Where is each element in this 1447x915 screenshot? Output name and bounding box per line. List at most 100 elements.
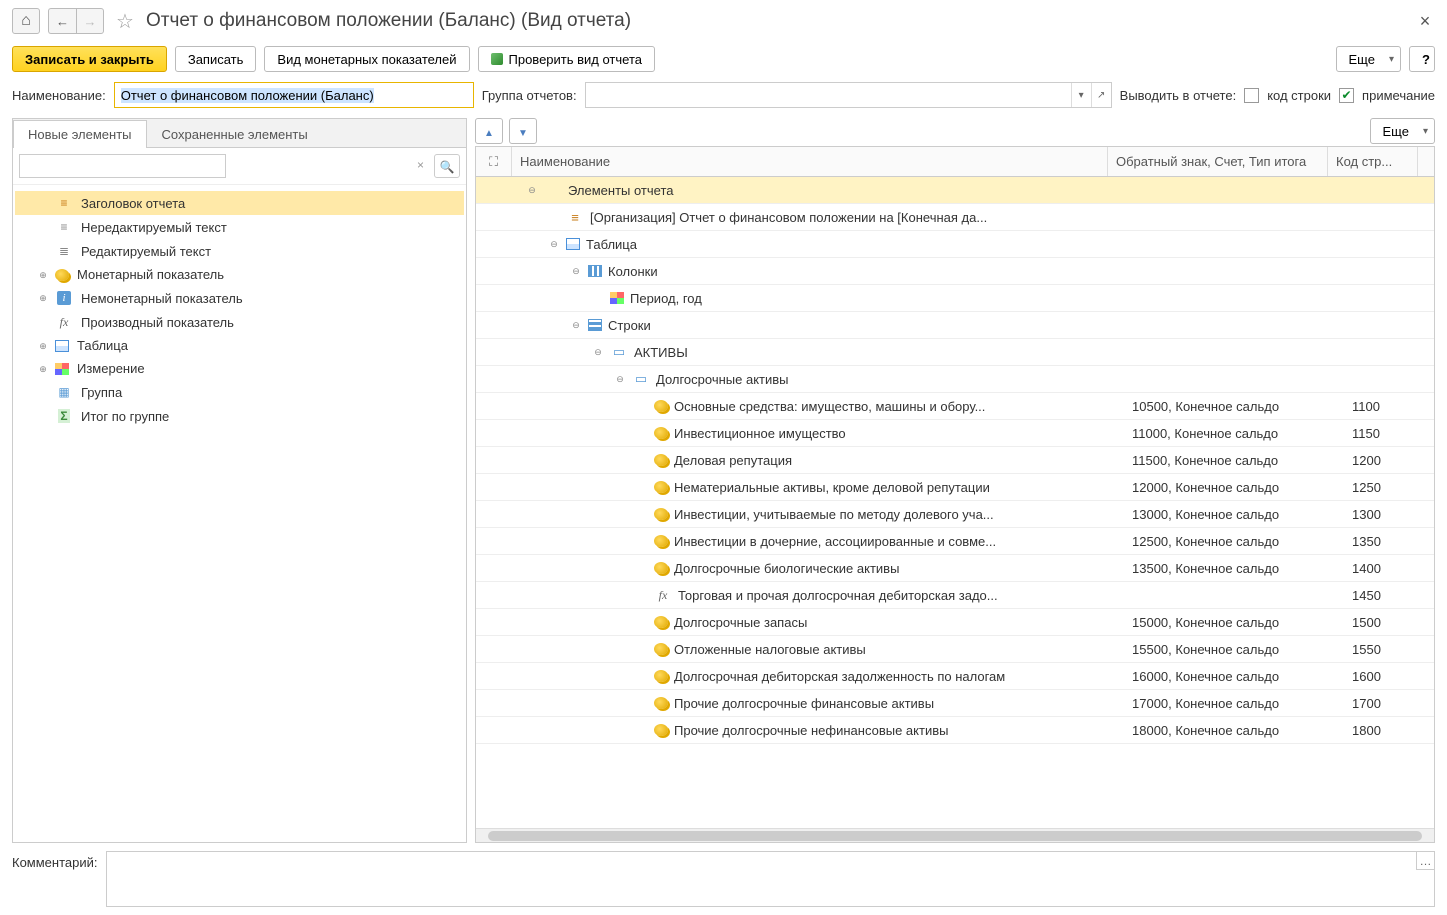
note-checkbox[interactable]: ✔ [1339, 88, 1354, 103]
element-label: Итог по группе [81, 409, 169, 424]
element-label: Производный показатель [81, 315, 234, 330]
grid-row[interactable]: Отложенные налоговые активы15500, Конечн… [476, 636, 1434, 663]
grid-row[interactable]: Нематериальные активы, кроме деловой реп… [476, 474, 1434, 501]
group-input[interactable] [586, 83, 1071, 107]
elements-panel: Новые элементы Сохраненные элементы × За… [12, 118, 467, 843]
line-code-checkbox[interactable] [1244, 88, 1259, 103]
element-item[interactable]: ⊕ Таблица [15, 334, 464, 357]
tree-toggle-icon[interactable]: ⊖ [592, 347, 604, 358]
grid-row[interactable]: Инвестиции в дочерние, ассоциированные и… [476, 528, 1434, 555]
grid-row[interactable]: Прочие долгосрочные нефинансовые активы 1… [476, 717, 1434, 744]
grid-header: Наименование Обратный знак, Счет, Тип ит… [476, 147, 1434, 177]
row-name: Таблица [586, 237, 637, 252]
comment-expand-icon[interactable]: … [1416, 852, 1434, 870]
save-close-button[interactable]: Записать и закрыть [12, 46, 167, 72]
tree-toggle-icon[interactable]: ⊖ [570, 320, 582, 331]
check-report-button[interactable]: Проверить вид отчета [478, 46, 656, 72]
help-button[interactable]: ? [1409, 46, 1435, 72]
grid-row[interactable]: Деловая репутация11500, Конечное сальдо1… [476, 447, 1434, 474]
horizontal-scrollbar[interactable] [476, 828, 1434, 842]
row-name: Торговая и прочая долгосрочная дебиторск… [678, 588, 998, 603]
tree-toggle-icon[interactable]: ⊖ [548, 239, 560, 250]
tree-toggle-icon[interactable]: ⊖ [526, 185, 538, 196]
grid-row[interactable]: Торговая и прочая долгосрочная дебиторск… [476, 582, 1434, 609]
element-item[interactable]: Группа [15, 380, 464, 404]
home-button[interactable] [12, 8, 40, 34]
element-item[interactable]: ⊕ Монетарный показатель [15, 263, 464, 286]
element-item[interactable]: Заголовок отчета [15, 191, 464, 215]
grid-row[interactable]: Основные средства: имущество, машины и о… [476, 393, 1434, 420]
grid-config-button[interactable] [476, 147, 512, 176]
name-label: Наименование: [12, 88, 106, 103]
move-down-button[interactable] [509, 118, 537, 144]
element-item[interactable]: Нередактируемый текст [15, 215, 464, 239]
group-select[interactable]: ▾ ↗ [585, 82, 1112, 108]
grid-row[interactable]: Прочие долгосрочные финансовые активы170… [476, 690, 1434, 717]
grid-row[interactable]: ⊖Элементы отчета [476, 177, 1434, 204]
row-account: 11500, Конечное сальдо [1124, 453, 1344, 468]
structure-panel: Еще Наименование Обратный знак, Счет, Ти… [475, 118, 1435, 843]
element-label: Монетарный показатель [77, 267, 224, 282]
expand-icon[interactable]: ⊕ [37, 269, 49, 281]
row-name: Прочие долгосрочные нефинансовые активы [674, 723, 948, 738]
element-item[interactable]: ⊕Немонетарный показатель [15, 286, 464, 310]
grid-row[interactable]: [Организация] Отчет о финансовом положен… [476, 204, 1434, 231]
grid-row[interactable]: Долгосрочная дебиторская задолженность п… [476, 663, 1434, 690]
row-account: 18000, Конечное сальдо [1124, 723, 1344, 738]
move-up-button[interactable] [475, 118, 503, 144]
rows-icon [588, 319, 602, 331]
coins-icon [654, 508, 668, 520]
grid-row[interactable]: ⊖Строки [476, 312, 1434, 339]
grid-row[interactable]: Период, год [476, 285, 1434, 312]
element-label: Заголовок отчета [81, 196, 185, 211]
element-item[interactable]: Редактируемый текст [15, 239, 464, 263]
tree-config-icon [489, 154, 498, 170]
col-name[interactable]: Наименование [512, 147, 1108, 176]
element-label: Таблица [77, 338, 128, 353]
element-item[interactable]: ⊕Измерение [15, 357, 464, 380]
row-account: 13500, Конечное сальдо [1124, 561, 1344, 576]
search-icon [440, 159, 455, 174]
group-label: Группа отчетов: [482, 88, 577, 103]
col-code[interactable]: Код стр... [1328, 147, 1418, 176]
check-icon [491, 53, 503, 65]
structure-grid: Наименование Обратный знак, Счет, Тип ит… [475, 146, 1435, 843]
tab-new-elements[interactable]: Новые элементы [13, 120, 147, 148]
forward-button[interactable] [76, 8, 104, 34]
grid-row[interactable]: Долгосрочные биологические активы13500, … [476, 555, 1434, 582]
expand-icon[interactable]: ⊕ [37, 340, 49, 352]
monetary-view-button[interactable]: Вид монетарных показателей [264, 46, 469, 72]
name-input[interactable]: Отчет о финансовом положении (Баланс) [114, 82, 474, 108]
close-button[interactable]: × [1415, 11, 1435, 32]
save-button[interactable]: Записать [175, 46, 257, 72]
row-name: Отложенные налоговые активы [674, 642, 866, 657]
more-button[interactable]: Еще [1336, 46, 1401, 72]
clear-search-icon[interactable]: × [417, 158, 424, 172]
back-button[interactable] [48, 8, 76, 34]
comment-input[interactable]: … [106, 851, 1436, 907]
search-button[interactable] [434, 154, 460, 178]
element-item[interactable]: Производный показатель [15, 310, 464, 334]
elements-search-input[interactable] [19, 154, 226, 178]
grid-row[interactable]: ⊖Колонки [476, 258, 1434, 285]
grid-row[interactable]: ⊖Долгосрочные активы [476, 366, 1434, 393]
grid-row[interactable]: Инвестиционное имущество11000, Конечное … [476, 420, 1434, 447]
expand-icon[interactable]: ⊕ [37, 292, 49, 304]
grid-row[interactable]: Долгосрочные запасы15000, Конечное сальд… [476, 609, 1434, 636]
structure-more-button[interactable]: Еще [1370, 118, 1435, 144]
row-account: 17000, Конечное сальдо [1124, 696, 1344, 711]
tab-saved-elements[interactable]: Сохраненные элементы [147, 120, 323, 148]
col-reverse[interactable]: Обратный знак, Счет, Тип итога [1108, 147, 1328, 176]
grid-row[interactable]: ⊖ Таблица [476, 231, 1434, 258]
expand-icon[interactable]: ⊕ [37, 363, 49, 375]
grid-row[interactable]: Инвестиции, учитываемые по методу долево… [476, 501, 1434, 528]
row-code: 1600 [1344, 669, 1434, 684]
group-open-icon[interactable]: ↗ [1091, 83, 1111, 107]
grid-row[interactable]: ⊖АКТИВЫ [476, 339, 1434, 366]
group-dropdown-icon[interactable]: ▾ [1071, 83, 1091, 107]
favorite-button[interactable] [112, 8, 138, 34]
header-icon [55, 195, 73, 211]
tree-toggle-icon[interactable]: ⊖ [570, 266, 582, 277]
tree-toggle-icon[interactable]: ⊖ [614, 374, 626, 385]
element-item[interactable]: Итог по группе [15, 404, 464, 428]
